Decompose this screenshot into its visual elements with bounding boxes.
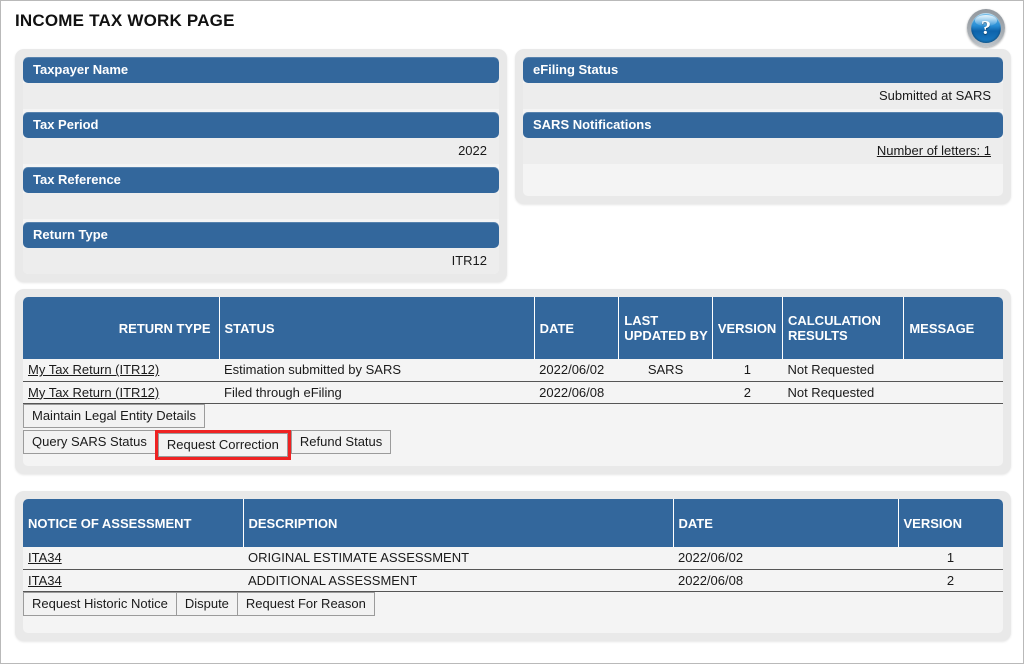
- request-correction-highlight: Request Correction: [155, 430, 291, 460]
- cell-description: ADDITIONAL ASSESSMENT: [243, 569, 673, 591]
- cell-version: 2: [712, 381, 782, 403]
- field-value-efiling-status: Submitted at SARS: [523, 83, 1003, 109]
- field-value-return-type: ITR12: [23, 248, 499, 274]
- cell-message: [904, 359, 1003, 381]
- dispute-button[interactable]: Dispute: [176, 592, 238, 616]
- field-value-sars-notifications: Number of letters: 1: [523, 138, 1003, 164]
- cell-date: 2022/06/08: [534, 381, 619, 403]
- cell-version: 2: [898, 569, 1003, 591]
- table-row: ITA34 ORIGINAL ESTIMATE ASSESSMENT 2022/…: [23, 547, 1003, 569]
- notice-ita34-link[interactable]: ITA34: [28, 573, 62, 588]
- table-row: My Tax Return (ITR12) Filed through eFil…: [23, 381, 1003, 403]
- returns-button-row-2: Query SARS Status Request Correction Ref…: [23, 430, 1003, 460]
- field-value-taxpayer-name: [23, 83, 499, 109]
- returns-table-card: RETURN TYPE STATUS DATE LAST UPDATED BY …: [15, 289, 1011, 474]
- col-header-description: DESCRIPTION: [243, 499, 673, 547]
- request-for-reason-button[interactable]: Request For Reason: [237, 592, 375, 616]
- returns-table-inner: RETURN TYPE STATUS DATE LAST UPDATED BY …: [23, 297, 1003, 466]
- cell-version: 1: [712, 359, 782, 381]
- cell-date: 2022/06/02: [673, 547, 898, 569]
- help-icon-question-mark: ?: [981, 18, 991, 38]
- notice-of-assessment-inner: NOTICE OF ASSESSMENT DESCRIPTION DATE VE…: [23, 499, 1003, 633]
- returns-button-row-1: Maintain Legal Entity Details: [23, 404, 1003, 428]
- cell-description: ORIGINAL ESTIMATE ASSESSMENT: [243, 547, 673, 569]
- notice-table-header-row: NOTICE OF ASSESSMENT DESCRIPTION DATE VE…: [23, 499, 1003, 547]
- col-header-version: VERSION: [898, 499, 1003, 547]
- col-header-message: MESSAGE: [904, 297, 1003, 359]
- col-header-version: VERSION: [712, 297, 782, 359]
- col-header-date: DATE: [534, 297, 619, 359]
- cell-notice: ITA34: [23, 547, 243, 569]
- cell-return-type: My Tax Return (ITR12): [23, 381, 219, 403]
- cell-date: 2022/06/02: [534, 359, 619, 381]
- col-header-status: STATUS: [219, 297, 534, 359]
- returns-table-header-row: RETURN TYPE STATUS DATE LAST UPDATED BY …: [23, 297, 1003, 359]
- cell-notice: ITA34: [23, 569, 243, 591]
- return-type-link[interactable]: My Tax Return (ITR12): [28, 362, 159, 377]
- field-label-tax-period: Tax Period: [23, 112, 499, 138]
- cell-status: Estimation submitted by SARS: [219, 359, 534, 381]
- notice-ita34-link[interactable]: ITA34: [28, 550, 62, 565]
- cell-calculation-results: Not Requested: [782, 359, 903, 381]
- cell-return-type: My Tax Return (ITR12): [23, 359, 219, 381]
- return-type-link[interactable]: My Tax Return (ITR12): [28, 385, 159, 400]
- field-label-efiling-status: eFiling Status: [523, 57, 1003, 83]
- cell-version: 1: [898, 547, 1003, 569]
- cell-calculation-results: Not Requested: [782, 381, 903, 403]
- field-label-taxpayer-name: Taxpayer Name: [23, 57, 499, 83]
- cell-status: Filed through eFiling: [219, 381, 534, 403]
- cell-last-updated-by: SARS: [619, 359, 713, 381]
- notice-of-assessment-card: NOTICE OF ASSESSMENT DESCRIPTION DATE VE…: [15, 491, 1011, 641]
- maintain-legal-entity-details-button[interactable]: Maintain Legal Entity Details: [23, 404, 205, 428]
- help-icon[interactable]: ?: [967, 9, 1005, 47]
- income-tax-work-page: INCOME TAX WORK PAGE ? Taxpayer Name Tax…: [0, 0, 1024, 664]
- table-row: My Tax Return (ITR12) Estimation submitt…: [23, 359, 1003, 381]
- field-value-tax-period: 2022: [23, 138, 499, 164]
- efiling-status-inner: eFiling Status Submitted at SARS SARS No…: [523, 57, 1003, 196]
- request-correction-button[interactable]: Request Correction: [158, 433, 288, 457]
- number-of-letters-link[interactable]: Number of letters: 1: [877, 143, 991, 158]
- col-header-last-updated-by: LAST UPDATED BY: [619, 297, 713, 359]
- taxpayer-summary-card: Taxpayer Name Tax Period 2022 Tax Refere…: [15, 49, 507, 282]
- field-value-tax-reference: [23, 193, 499, 219]
- col-header-date: DATE: [673, 499, 898, 547]
- taxpayer-summary-inner: Taxpayer Name Tax Period 2022 Tax Refere…: [23, 57, 499, 274]
- notice-of-assessment-table: NOTICE OF ASSESSMENT DESCRIPTION DATE VE…: [23, 499, 1003, 592]
- field-label-sars-notifications: SARS Notifications: [523, 112, 1003, 138]
- field-label-return-type: Return Type: [23, 222, 499, 248]
- refund-status-button[interactable]: Refund Status: [291, 430, 391, 454]
- field-label-tax-reference: Tax Reference: [23, 167, 499, 193]
- table-row: ITA34 ADDITIONAL ASSESSMENT 2022/06/08 2: [23, 569, 1003, 591]
- cell-message: [904, 381, 1003, 403]
- notice-button-row: Request Historic Notice Dispute Request …: [23, 592, 1003, 616]
- col-header-return-type: RETURN TYPE: [23, 297, 219, 359]
- efiling-status-card: eFiling Status Submitted at SARS SARS No…: [515, 49, 1011, 204]
- query-sars-status-button[interactable]: Query SARS Status: [23, 430, 156, 454]
- page-title: INCOME TAX WORK PAGE: [15, 11, 235, 31]
- returns-table: RETURN TYPE STATUS DATE LAST UPDATED BY …: [23, 297, 1003, 404]
- col-header-notice-of-assessment: NOTICE OF ASSESSMENT: [23, 499, 243, 547]
- help-icon-inner: ?: [971, 13, 1001, 43]
- cell-last-updated-by: [619, 381, 713, 403]
- col-header-calculation-results: CALCULATION RESULTS: [782, 297, 903, 359]
- request-historic-notice-button[interactable]: Request Historic Notice: [23, 592, 177, 616]
- cell-date: 2022/06/08: [673, 569, 898, 591]
